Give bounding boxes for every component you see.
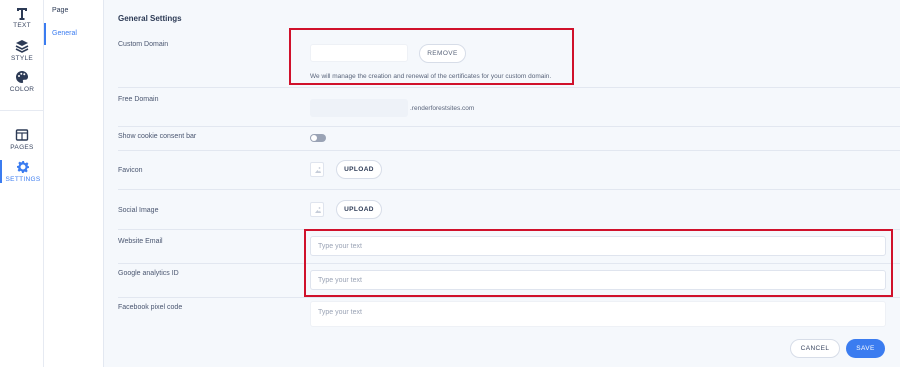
social-image-label: Social Image [118,207,159,214]
rail-style[interactable]: STYLE [0,39,44,62]
rail-text[interactable]: TEXT [0,6,44,29]
website-email-label: Website Email [118,238,163,245]
save-button[interactable]: SAVE [846,339,885,358]
custom-domain-label: Custom Domain [118,41,169,48]
google-analytics-input[interactable]: Type your text [310,270,886,290]
divider [118,229,900,230]
free-domain-label: Free Domain [118,96,159,103]
palette-icon [16,71,29,83]
text-icon [17,8,27,20]
favicon-upload-button[interactable]: UPLOAD [336,160,382,179]
divider [118,189,900,190]
divider [118,297,900,298]
rail-style-label: STYLE [10,55,34,62]
website-email-input[interactable]: Type your text [310,236,886,256]
facebook-pixel-label: Facebook pixel code [118,304,183,311]
page-list-heading: Page [52,7,69,14]
pages-icon [15,129,29,141]
social-image-thumbnail [310,202,324,217]
rail-pages[interactable]: PAGES [0,128,44,151]
divider [118,263,900,264]
image-placeholder-icon [315,207,321,213]
layers-icon [15,40,29,53]
cookie-consent-toggle[interactable] [310,134,326,142]
favicon-thumbnail [310,162,324,177]
rail-text-label: TEXT [13,22,31,29]
custom-domain-input[interactable] [310,44,408,62]
page-list-panel: Page General [44,0,104,367]
tool-rail: TEXT STYLE COLOR PAGES SETTINGS [0,0,44,367]
divider [118,87,900,88]
facebook-pixel-textarea[interactable]: Type your text [310,301,886,327]
active-indicator [44,23,46,45]
settings-panel: General Settings Custom Domain REMOVE We… [104,0,900,367]
rail-color-label: COLOR [9,86,35,93]
image-placeholder-icon [315,167,321,173]
remove-domain-button[interactable]: REMOVE [419,44,466,63]
free-domain-suffix: .renderforestsites.com [410,105,475,112]
page-item-general[interactable]: General [52,30,77,37]
rail-divider [0,110,44,111]
favicon-label: Favicon [118,167,143,174]
cookie-consent-label: Show cookie consent bar [118,133,197,140]
page-title: General Settings [118,14,182,23]
rail-pages-label: PAGES [10,144,34,151]
google-analytics-label: Google analytics ID [118,270,179,277]
free-domain-input[interactable] [310,99,408,117]
custom-domain-note: We will manage the creation and renewal … [310,73,552,80]
gear-icon [17,161,29,173]
divider [118,126,900,127]
cancel-button[interactable]: CANCEL [790,339,840,358]
rail-settings[interactable]: SETTINGS [0,160,44,183]
social-image-upload-button[interactable]: UPLOAD [336,200,382,219]
rail-settings-label: SETTINGS [5,176,41,183]
rail-color[interactable]: COLOR [0,70,44,93]
divider [118,150,900,151]
toggle-knob [311,135,317,141]
